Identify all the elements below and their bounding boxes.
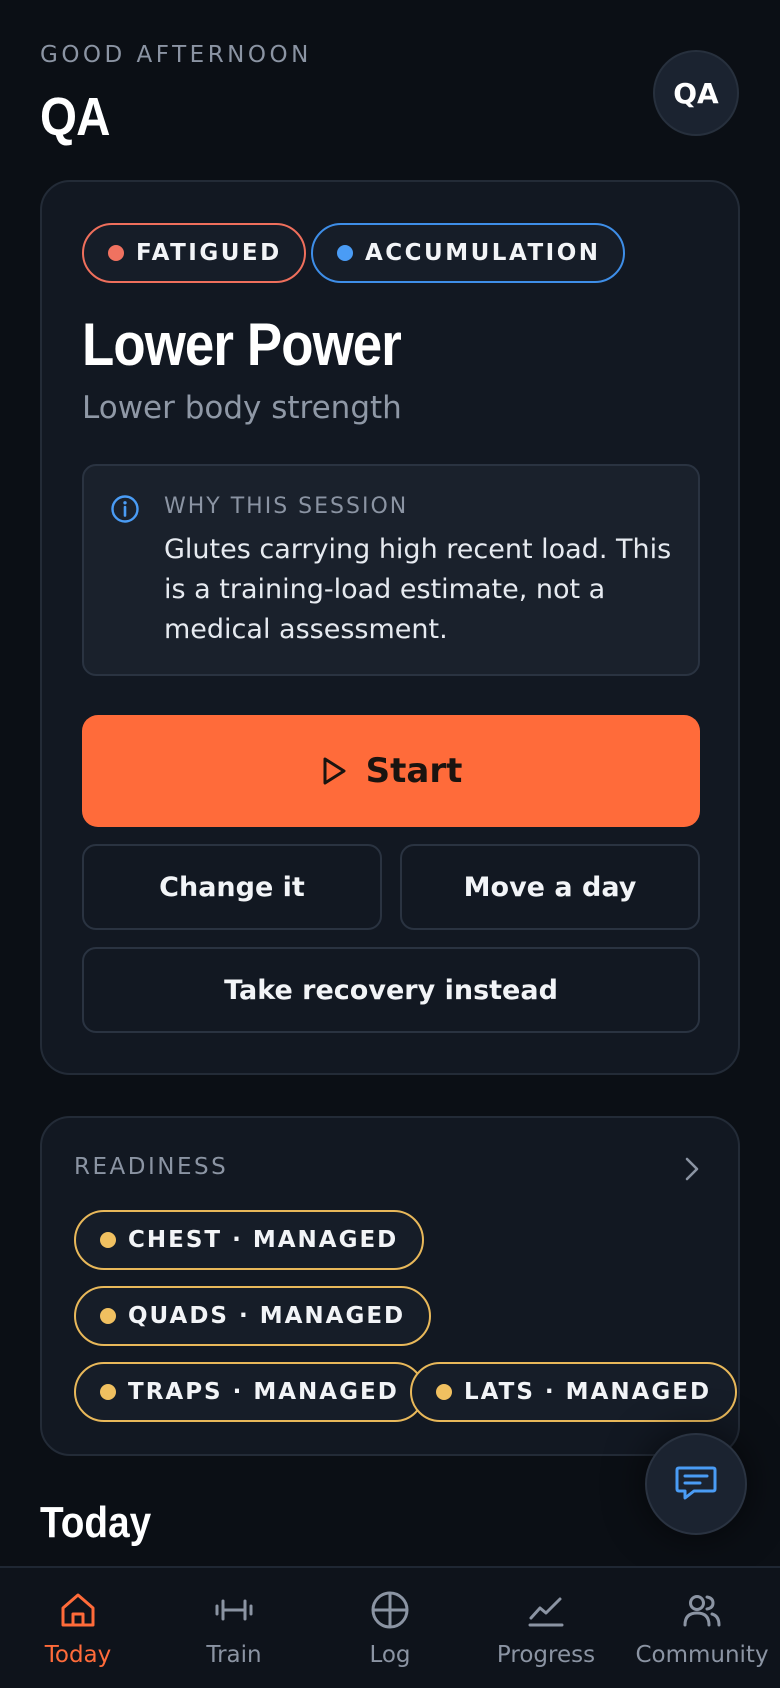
badge-label: FATIGUED <box>136 240 282 266</box>
dumbbell-icon <box>215 1599 253 1621</box>
nav-label: Progress <box>496 1642 596 1668</box>
session-title: Lower Power <box>82 311 402 378</box>
today-heading: Today <box>40 1498 152 1547</box>
badge-label: ACCUMULATION <box>365 240 601 266</box>
nav-train[interactable]: Train <box>156 1568 312 1688</box>
nav-label: Log <box>369 1642 411 1668</box>
muscle-badge-traps: TRAPS · MANAGED <box>74 1362 425 1422</box>
why-this-session-box: WHY THIS SESSION Glutes carrying high re… <box>82 464 700 676</box>
status-dot-icon <box>100 1384 116 1400</box>
users-icon <box>683 1595 721 1627</box>
readiness-card[interactable]: READINESS CHEST · MANAGED QUADS · MANAGE… <box>40 1116 740 1456</box>
muscle-badge-quads: QUADS · MANAGED <box>74 1286 432 1346</box>
nav-community[interactable]: Community <box>624 1568 780 1688</box>
move-a-day-button[interactable]: Move a day <box>400 844 700 930</box>
nav-progress[interactable]: Progress <box>468 1568 624 1688</box>
info-icon <box>111 495 139 523</box>
status-dot-icon <box>337 245 353 261</box>
why-heading: WHY THIS SESSION <box>164 494 409 519</box>
muscle-badge-chest: CHEST · MANAGED <box>74 1210 425 1270</box>
status-dot-icon <box>436 1384 452 1400</box>
readiness-label: READINESS <box>74 1154 229 1180</box>
status-dot-icon <box>100 1232 116 1248</box>
nav-label: Today <box>44 1642 112 1668</box>
nav-log[interactable]: Log <box>312 1568 468 1688</box>
plus-circle-icon <box>371 1591 409 1629</box>
chevron-right-icon[interactable] <box>680 1154 704 1184</box>
status-dot-icon <box>100 1308 116 1324</box>
start-label: Start <box>365 751 463 791</box>
nav-label: Train <box>206 1642 262 1668</box>
trend-chart-icon <box>528 1597 564 1627</box>
avatar[interactable]: QA <box>653 50 739 136</box>
change-it-button[interactable]: Change it <box>82 844 382 930</box>
nav-label: Community <box>635 1642 769 1668</box>
take-recovery-button[interactable]: Take recovery instead <box>82 947 700 1033</box>
start-button[interactable]: Start <box>82 715 700 827</box>
muscle-label: CHEST · MANAGED <box>128 1227 399 1253</box>
play-icon <box>323 757 346 785</box>
muscle-badge-lats: LATS · MANAGED <box>410 1362 738 1422</box>
session-subtitle: Lower body strength <box>82 390 402 426</box>
chat-button[interactable] <box>645 1433 747 1535</box>
muscle-label: TRAPS · MANAGED <box>128 1379 399 1405</box>
muscle-label: LATS · MANAGED <box>464 1379 712 1405</box>
accumulation-badge: ACCUMULATION <box>311 223 625 283</box>
user-name: QA <box>40 87 110 147</box>
status-dot-icon <box>108 245 124 261</box>
chat-icon <box>675 1466 717 1500</box>
muscle-label: QUADS · MANAGED <box>128 1303 406 1329</box>
fatigued-badge: FATIGUED <box>82 223 306 283</box>
session-card: FATIGUED ACCUMULATION Lower Power Lower … <box>40 180 740 1075</box>
why-text: Glutes carrying high recent load. This i… <box>164 534 672 645</box>
nav-today[interactable]: Today <box>0 1568 156 1688</box>
greeting-text: GOOD AFTERNOON <box>40 42 312 68</box>
bottom-nav: Today Train Log Progress Community <box>0 1566 780 1688</box>
home-icon <box>61 1593 95 1627</box>
